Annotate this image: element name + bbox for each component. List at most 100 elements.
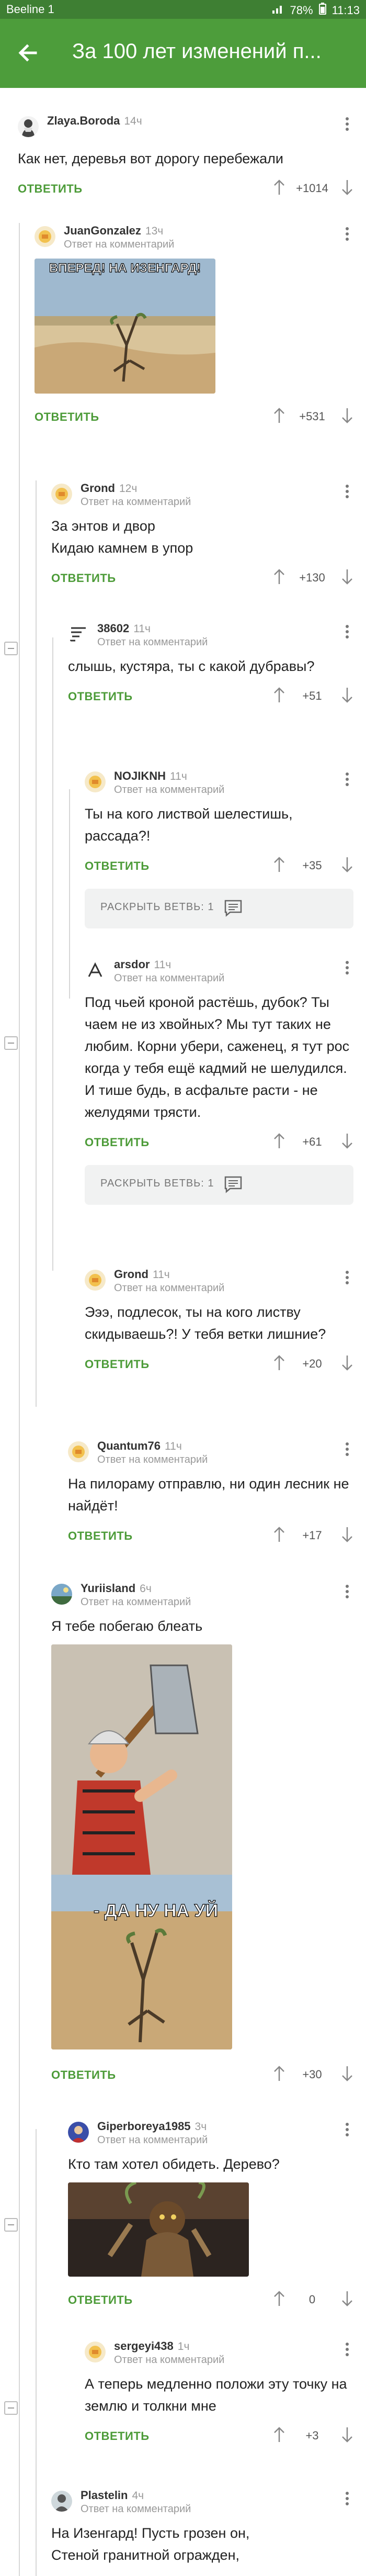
comment-text: На Изенгард! Пусть грозен он, Стеной гра… xyxy=(51,2525,250,2563)
comment: Grond 12ч Ответ на комментарий За энтов и… xyxy=(51,480,353,588)
upvote-arrow-icon[interactable] xyxy=(273,1133,285,1149)
upvote-arrow-icon[interactable] xyxy=(273,568,285,585)
collapse-thread-button[interactable] xyxy=(4,2218,18,2232)
comment-author[interactable]: arsdor 11ч xyxy=(114,958,171,971)
downvote-arrow-icon[interactable] xyxy=(341,2290,353,2307)
downvote-arrow-icon[interactable] xyxy=(341,179,353,196)
battery-percent: 78% xyxy=(290,4,313,17)
comment: arsdor 11ч Ответ на комментарий Под чьей … xyxy=(85,957,353,1205)
comment-rating: +130 xyxy=(299,571,325,584)
comment-text: А теперь медленно положи эту точку на зе… xyxy=(85,2376,347,2414)
reply-button[interactable]: ОТВЕТИТЬ xyxy=(68,2293,133,2307)
more-options-icon[interactable] xyxy=(341,115,353,136)
comment-image[interactable]: - ДА НУ НА УЙ xyxy=(51,1644,232,2049)
downvote-arrow-icon[interactable] xyxy=(341,1354,353,1371)
upvote-arrow-icon[interactable] xyxy=(273,856,285,873)
downvote-arrow-icon[interactable] xyxy=(341,407,353,424)
comment-bubble-icon xyxy=(224,900,242,917)
upvote-arrow-icon[interactable] xyxy=(273,687,285,703)
more-options-icon[interactable] xyxy=(341,2490,353,2511)
more-options-icon[interactable] xyxy=(341,1440,353,1461)
comment-author[interactable]: JuanGonzalez 13ч xyxy=(64,224,163,238)
comment-image[interactable] xyxy=(68,2182,249,2277)
expand-branch-button[interactable]: РАСКРЫТЬ ВЕТВЬ: 1 xyxy=(85,889,353,928)
more-options-icon[interactable] xyxy=(341,959,353,980)
comment-author[interactable]: sergeyi438 1ч xyxy=(114,2339,189,2353)
collapse-thread-button[interactable] xyxy=(4,2401,18,2415)
avatar[interactable] xyxy=(68,1441,89,1462)
more-options-icon[interactable] xyxy=(341,2121,353,2142)
comment: Giperboreya1985 3ч Ответ на комментарий К… xyxy=(68,2119,353,2310)
more-options-icon[interactable] xyxy=(341,2340,353,2361)
avatar[interactable] xyxy=(51,2491,72,2512)
reply-button[interactable]: ОТВЕТИТЬ xyxy=(68,1529,133,1543)
avatar[interactable] xyxy=(85,2342,106,2362)
reply-button[interactable]: ОТВЕТИТЬ xyxy=(85,859,150,873)
reply-button[interactable]: ОТВЕТИТЬ xyxy=(68,690,133,703)
avatar[interactable] xyxy=(18,116,39,137)
downvote-arrow-icon[interactable] xyxy=(341,856,353,873)
downvote-arrow-icon[interactable] xyxy=(341,1133,353,1149)
downvote-arrow-icon[interactable] xyxy=(341,568,353,585)
expand-branch-label: РАСКРЫТЬ ВЕТВЬ: 1 xyxy=(100,1178,214,1189)
upvote-arrow-icon[interactable] xyxy=(273,2290,285,2307)
comment-author[interactable]: Grond 11ч xyxy=(114,1268,170,1281)
image-caption: ВПЕРЕД! НА ИЗЕНГАРД! xyxy=(49,261,201,275)
comment-bubble-icon xyxy=(224,1176,242,1193)
reply-button[interactable]: ОТВЕТИТЬ xyxy=(85,2429,150,2443)
downvote-arrow-icon[interactable] xyxy=(341,687,353,703)
expand-branch-button[interactable]: РАСКРЫТЬ ВЕТВЬ: 1 xyxy=(85,1165,353,1205)
upvote-arrow-icon[interactable] xyxy=(273,1354,285,1371)
comment-time: 11ч xyxy=(170,770,187,782)
comment-author[interactable]: 38602 11ч xyxy=(97,622,151,635)
avatar[interactable] xyxy=(85,960,106,981)
avatar[interactable] xyxy=(51,484,72,505)
downvote-arrow-icon[interactable] xyxy=(341,1526,353,1543)
more-options-icon[interactable] xyxy=(341,1583,353,1604)
reply-button[interactable]: ОТВЕТИТЬ xyxy=(51,2068,116,2082)
avatar[interactable] xyxy=(68,2122,89,2143)
comment-author[interactable]: Giperboreya1985 3ч xyxy=(97,2120,207,2133)
comment-author[interactable]: Zlaya.Boroda 14ч xyxy=(47,114,142,128)
downvote-arrow-icon[interactable] xyxy=(341,2426,353,2443)
comment-time: 13ч xyxy=(145,225,164,237)
comment-text: Ты на кого листвой шелестишь, рассада?! xyxy=(85,806,293,844)
comment-author[interactable]: Quantum76 11ч xyxy=(97,1439,182,1453)
reply-button[interactable]: ОТВЕТИТЬ xyxy=(18,182,83,196)
more-options-icon[interactable] xyxy=(341,623,353,644)
avatar[interactable] xyxy=(68,624,89,645)
comment-author[interactable]: Yuriisland 6ч xyxy=(81,1582,152,1595)
downvote-arrow-icon[interactable] xyxy=(341,2065,353,2082)
comment: 38602 11ч Ответ на комментарий слышь, кус… xyxy=(68,621,353,707)
comment-author[interactable]: NOJIKNH 11ч xyxy=(114,769,187,783)
collapse-thread-button[interactable] xyxy=(4,1036,18,1050)
collapse-thread-button[interactable] xyxy=(4,642,18,655)
avatar[interactable] xyxy=(35,226,55,247)
avatar[interactable] xyxy=(85,1270,106,1291)
avatar[interactable] xyxy=(51,1584,72,1605)
comment-rating: 0 xyxy=(308,2293,316,2306)
comment-rating: +51 xyxy=(302,689,322,702)
reply-button[interactable]: ОТВЕТИТЬ xyxy=(85,1136,150,1149)
more-options-icon[interactable] xyxy=(341,770,353,791)
upvote-arrow-icon[interactable] xyxy=(273,2065,285,2082)
upvote-arrow-icon[interactable] xyxy=(273,2426,285,2443)
reply-button[interactable]: ОТВЕТИТЬ xyxy=(85,1358,150,1371)
upvote-arrow-icon[interactable] xyxy=(273,179,285,196)
more-options-icon[interactable] xyxy=(341,483,353,503)
comment-image[interactable]: ВПЕРЕД! НА ИЗЕНГАРД! xyxy=(35,259,215,394)
more-options-icon[interactable] xyxy=(341,225,353,246)
comment-text: На пилораму отправлю, ни один лесник не … xyxy=(68,1476,349,1514)
upvote-arrow-icon[interactable] xyxy=(273,407,285,424)
comment-author[interactable]: Plastelin 4ч xyxy=(81,2489,144,2502)
comment-rating: +17 xyxy=(302,1529,322,1542)
comment: Yuriisland 6ч Ответ на комментарий Я тебе… xyxy=(51,1581,353,2085)
reply-button[interactable]: ОТВЕТИТЬ xyxy=(51,572,116,585)
avatar[interactable] xyxy=(85,771,106,792)
comment-time: 6ч xyxy=(140,1583,152,1595)
back-arrow-icon[interactable] xyxy=(15,40,41,66)
reply-button[interactable]: ОТВЕТИТЬ xyxy=(35,410,99,424)
more-options-icon[interactable] xyxy=(341,1269,353,1290)
comment-author[interactable]: Grond 12ч xyxy=(81,481,137,495)
upvote-arrow-icon[interactable] xyxy=(273,1526,285,1543)
